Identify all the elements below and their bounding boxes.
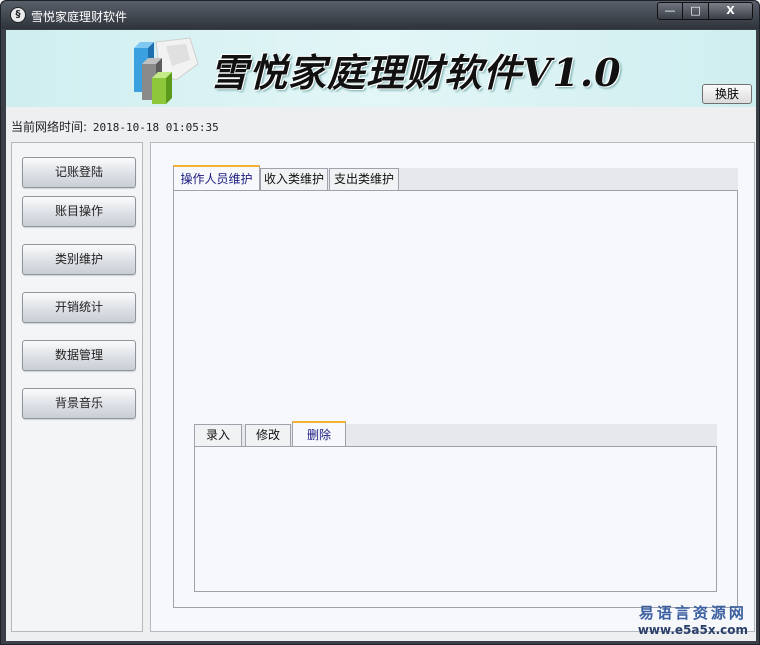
title-bar[interactable]: § 雪悦家庭理财软件 — □ X	[1, 1, 759, 29]
change-skin-button[interactable]: 换肤	[702, 84, 752, 104]
network-time-value: 2018-10-18 01:05:35	[92, 121, 219, 134]
tab-expense-categories[interactable]: 支出类维护	[329, 168, 399, 190]
tab-add[interactable]: 录入	[194, 424, 242, 446]
tab-income-categories[interactable]: 收入类维护	[260, 168, 328, 190]
maximize-button[interactable]: □	[683, 2, 709, 20]
sidebar-item-background-music[interactable]: 背景音乐	[22, 388, 136, 419]
sidebar-item-data-management[interactable]: 数据管理	[22, 340, 136, 371]
main-tab-strip: 操作人员维护 收入类维护 支出类维护	[173, 165, 738, 190]
network-time-label: 当前网络时间:	[11, 120, 88, 134]
operators-tab-page: 录入 修改 删除	[173, 190, 738, 608]
app-icon: §	[10, 7, 26, 23]
watermark-url: www.e5a5x.com	[637, 623, 748, 637]
banner-title: 雪悦家庭理财软件V1.0	[210, 50, 622, 95]
tab-edit[interactable]: 修改	[245, 424, 291, 446]
banner: 雪悦家庭理财软件V1.0 换肤	[6, 30, 756, 107]
watermark-site-name: 易语言资源网	[638, 604, 747, 622]
app-window: § 雪悦家庭理财软件 — □ X 雪悦家庭理财软件V1.0 换肤 当前网络时间:…	[0, 0, 760, 645]
sidebar-item-accounts[interactable]: 账目操作	[22, 196, 136, 227]
close-button[interactable]: X	[709, 2, 753, 20]
tab-delete[interactable]: 删除	[292, 421, 346, 446]
sub-tab-strip: 录入 修改 删除	[194, 421, 717, 446]
window-title: 雪悦家庭理财软件	[31, 10, 128, 24]
sidebar: 记账登陆 账目操作 类别维护 开销统计 数据管理 背景音乐	[11, 142, 143, 632]
sidebar-item-expense-stats[interactable]: 开销统计	[22, 292, 136, 323]
sidebar-item-login[interactable]: 记账登陆	[22, 157, 136, 188]
app-logo-icon	[134, 37, 199, 104]
sidebar-item-categories[interactable]: 类别维护	[22, 244, 136, 275]
client-area: 雪悦家庭理财软件V1.0 换肤 当前网络时间: 2018-10-18 01:05…	[6, 30, 756, 641]
delete-tab-page	[194, 446, 717, 592]
minimize-button[interactable]: —	[657, 2, 683, 20]
main-panel: 操作人员维护 收入类维护 支出类维护 录入 修改 删除	[150, 142, 755, 632]
watermark: 易语言资源网 www.e5a5x.com	[638, 602, 748, 637]
caption-buttons: — □ X	[657, 2, 753, 20]
network-time: 当前网络时间: 2018-10-18 01:05:35	[11, 118, 219, 135]
tab-operators[interactable]: 操作人员维护	[173, 165, 260, 190]
